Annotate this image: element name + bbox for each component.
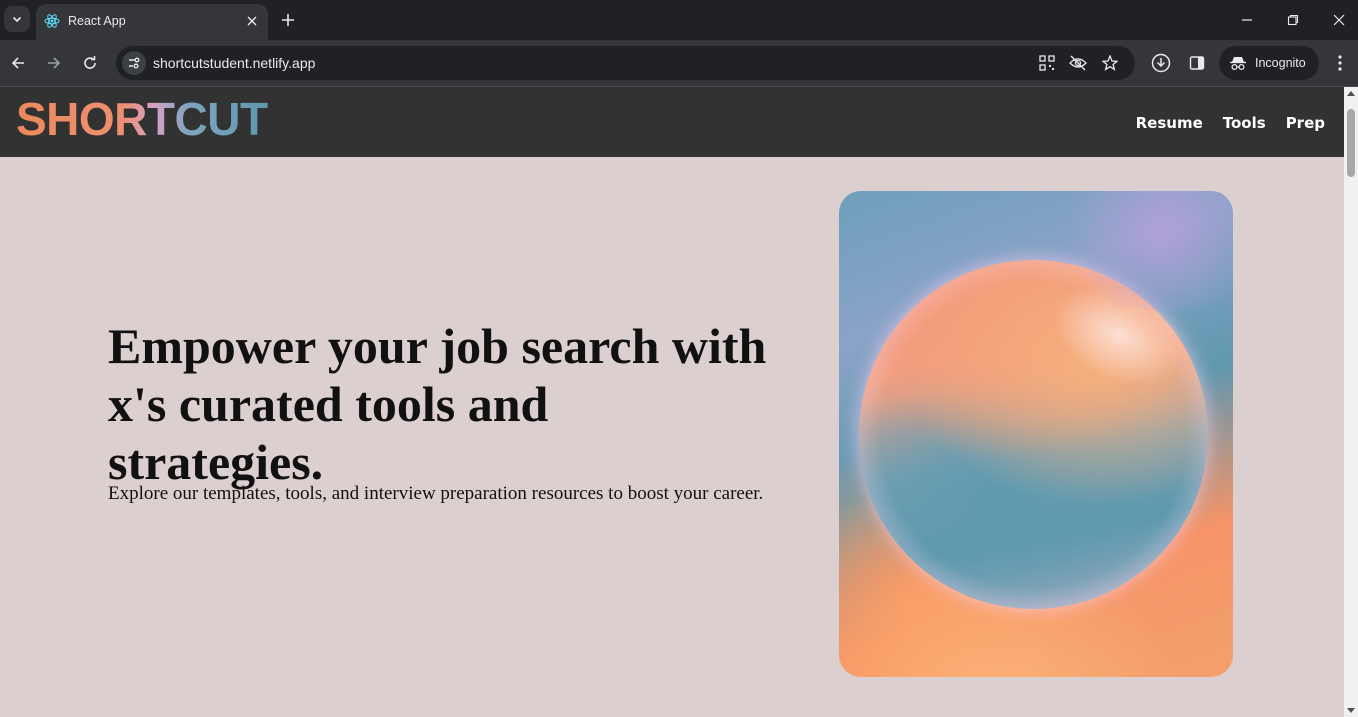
back-button[interactable] — [6, 51, 30, 75]
chevron-down-icon — [12, 16, 22, 23]
downloads-button[interactable] — [1149, 51, 1173, 75]
tab-strip: React App — [0, 0, 1358, 40]
site-header: SHORTCUT Resume Tools Prep — [0, 87, 1344, 157]
site-nav: Resume Tools Prep — [1136, 114, 1325, 132]
minimize-button[interactable] — [1235, 8, 1259, 32]
download-icon — [1151, 53, 1171, 73]
forward-icon — [48, 57, 61, 69]
incognito-label: Incognito — [1255, 56, 1306, 70]
reload-button[interactable] — [78, 51, 102, 75]
hero-subtitle: Explore our templates, tools, and interv… — [108, 483, 764, 504]
page-viewport: SHORTCUT Resume Tools Prep Empower your … — [0, 87, 1344, 717]
restore-button[interactable] — [1281, 8, 1305, 32]
site-info-button[interactable] — [122, 51, 146, 75]
forward-button[interactable] — [42, 51, 66, 75]
scrollbar-thumb[interactable] — [1347, 109, 1355, 177]
scrollbar[interactable] — [1344, 87, 1358, 717]
side-panel-button[interactable] — [1185, 51, 1209, 75]
nav-link-prep[interactable]: Prep — [1286, 114, 1325, 132]
tracking-protection-button[interactable] — [1068, 53, 1088, 73]
close-window-button[interactable] — [1327, 8, 1351, 32]
address-bar[interactable]: shortcutstudent.netlify.app — [116, 46, 1135, 80]
close-icon — [247, 16, 257, 26]
star-icon — [1102, 55, 1118, 71]
bookmark-button[interactable] — [1100, 53, 1120, 73]
tab-title: React App — [68, 14, 126, 28]
minimize-icon — [1242, 19, 1252, 21]
restore-icon — [1287, 14, 1299, 26]
site-logo[interactable]: SHORTCUT — [16, 93, 268, 145]
scroll-up-arrow[interactable] — [1347, 91, 1355, 96]
sphere-highlight — [1036, 264, 1202, 406]
new-tab-button[interactable] — [278, 10, 298, 30]
tab-search-button[interactable] — [4, 6, 30, 32]
plus-icon — [282, 14, 294, 26]
browser-toolbar: shortcutstudent.netlify.app Incognito — [0, 40, 1358, 86]
incognito-indicator[interactable]: Incognito — [1219, 46, 1319, 80]
back-icon — [11, 57, 24, 69]
hero-image — [839, 191, 1233, 677]
site-info-icon — [129, 57, 140, 69]
qr-code-icon — [1039, 55, 1055, 71]
url-text[interactable]: shortcutstudent.netlify.app — [153, 55, 315, 71]
browser-tab[interactable]: React App — [36, 4, 268, 40]
react-icon — [44, 14, 60, 28]
hero-title: Empower your job search with x's curated… — [108, 318, 767, 490]
sidebar-icon — [1189, 56, 1205, 70]
more-vert-icon — [1338, 55, 1342, 71]
scroll-down-arrow[interactable] — [1347, 708, 1355, 713]
close-icon — [1333, 14, 1345, 26]
tab-close-button[interactable] — [244, 13, 260, 29]
reload-icon — [84, 56, 96, 69]
incognito-icon — [1230, 57, 1246, 71]
gradient-sphere — [859, 260, 1208, 609]
eye-off-icon — [1069, 55, 1087, 71]
menu-button[interactable] — [1328, 51, 1352, 75]
nav-link-resume[interactable]: Resume — [1136, 114, 1203, 132]
nav-link-tools[interactable]: Tools — [1223, 114, 1266, 132]
qr-code-button[interactable] — [1037, 53, 1057, 73]
